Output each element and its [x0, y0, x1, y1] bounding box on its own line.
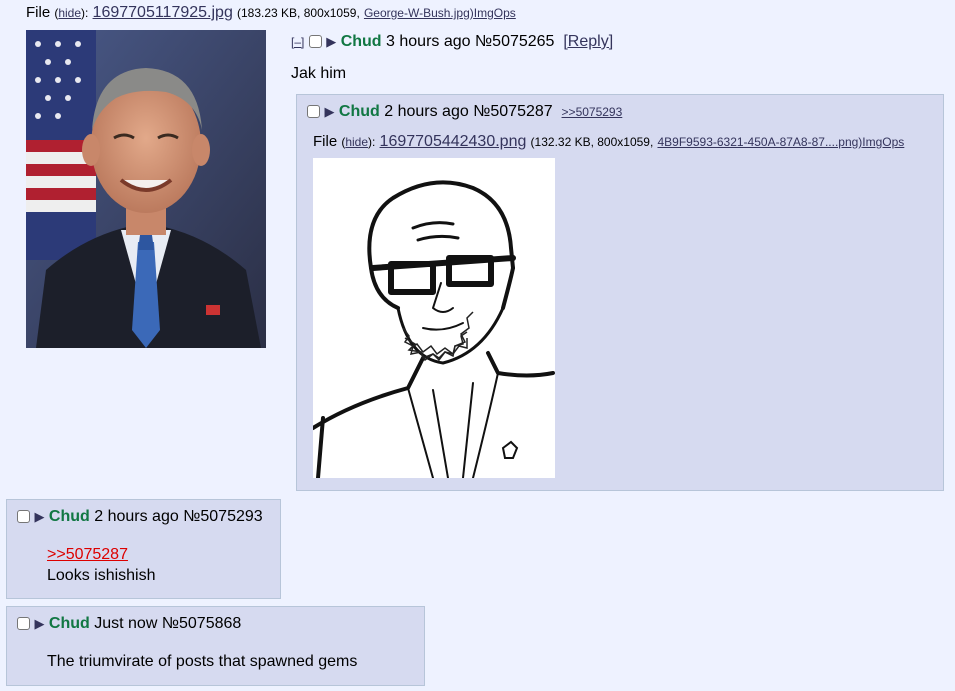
- poster-name: Chud: [340, 33, 382, 50]
- imgops-link[interactable]: ImgOps: [474, 6, 516, 20]
- reply-header: ▶ Chud 2 hours ago №5075293: [17, 508, 263, 526]
- reply-link[interactable]: [Reply]: [563, 33, 613, 50]
- original-filename-link[interactable]: 4B9F9593-6321-450A-87A8-87....png): [657, 135, 862, 149]
- portrait-photo: [26, 30, 266, 348]
- file-label: File: [313, 133, 338, 150]
- hide-file-link[interactable]: hide: [345, 135, 368, 149]
- post-menu-arrow-icon[interactable]: ▶: [324, 104, 334, 119]
- imgops-link[interactable]: ImgOps: [862, 135, 904, 149]
- post-time: 3 hours ago: [386, 33, 471, 50]
- post-number[interactable]: №5075265: [475, 33, 554, 50]
- quote-link[interactable]: >>5075287: [47, 546, 128, 564]
- poster-name: Chud: [48, 615, 90, 632]
- op-post-header: [–] ▶ Chud 3 hours ago №5075265 [Reply]: [291, 33, 613, 51]
- file-meta: (132.32 KB, 800x1059,: [530, 135, 654, 149]
- op-message: Jak him: [291, 65, 347, 82]
- file-label: File: [26, 4, 51, 21]
- reply-header: ▶ Chud Just now №5075868: [17, 615, 241, 633]
- poster-name: Chud: [338, 103, 380, 120]
- collapse-thread-link[interactable]: [–]: [291, 35, 304, 49]
- post-time: 2 hours ago: [384, 103, 469, 120]
- poster-name: Chud: [48, 508, 90, 525]
- reply-file-info: File (hide): 1697705442430.png (132.32 K…: [313, 133, 905, 150]
- reply-message: The triumvirate of posts that spawned ge…: [47, 653, 358, 670]
- op-post-checkbox[interactable]: [308, 35, 322, 48]
- post-menu-arrow-icon[interactable]: ▶: [34, 616, 44, 631]
- file-meta: (183.23 KB, 800x1059,: [237, 6, 360, 20]
- reply-image-thumbnail[interactable]: [313, 158, 555, 478]
- post-number[interactable]: №5075868: [162, 615, 241, 632]
- post-menu-arrow-icon[interactable]: ▶: [34, 509, 44, 524]
- backlink[interactable]: >>5075293: [562, 105, 623, 119]
- op-file-info: File (hide): 1697705117925.jpg (183.23 K…: [26, 4, 516, 21]
- post-time: Just now: [94, 615, 158, 632]
- post-checkbox[interactable]: [17, 617, 30, 630]
- post-checkbox[interactable]: [17, 510, 30, 523]
- post-checkbox[interactable]: [307, 105, 320, 118]
- original-filename-link[interactable]: George-W-Bush.jpg): [364, 6, 474, 20]
- reply-post-5075293: ▶ Chud 2 hours ago №5075293 >>5075287 Lo…: [6, 499, 281, 599]
- reply-filename-link[interactable]: 1697705442430.png: [380, 133, 527, 150]
- reply-message: Looks ishishish: [47, 567, 156, 584]
- hide-file-link[interactable]: hide: [58, 6, 81, 20]
- post-number[interactable]: №5075287: [473, 103, 552, 120]
- reply-post-5075868: ▶ Chud Just now №5075868 The triumvirate…: [6, 606, 425, 686]
- wojak-drawing: [313, 180, 555, 478]
- op-filename-link[interactable]: 1697705117925.jpg: [93, 4, 233, 21]
- reply-header: ▶ Chud 2 hours ago №5075287 >>5075293: [307, 103, 622, 121]
- post-menu-arrow-icon[interactable]: ▶: [326, 34, 336, 49]
- reply-post-5075287: ▶ Chud 2 hours ago №5075287 >>5075293 Fi…: [296, 94, 944, 491]
- post-time: 2 hours ago: [94, 508, 179, 525]
- op-image-thumbnail[interactable]: [26, 30, 266, 348]
- post-number[interactable]: №5075293: [183, 508, 262, 525]
